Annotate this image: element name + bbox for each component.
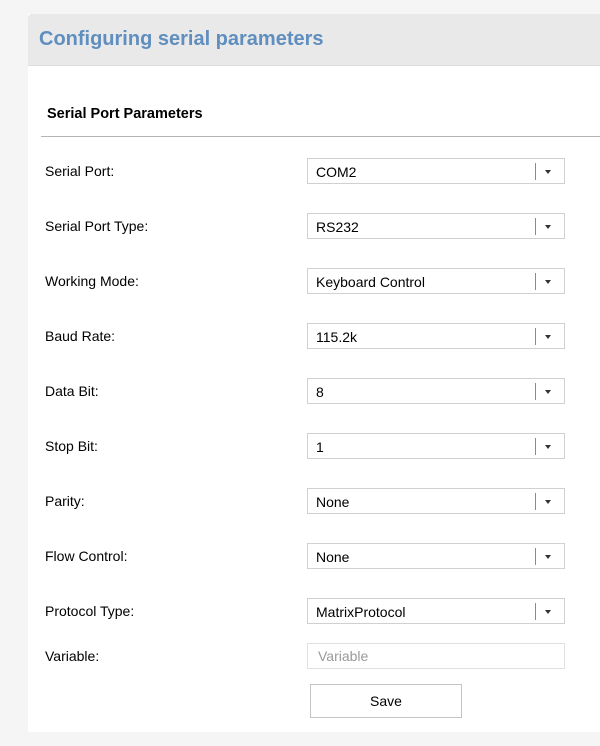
row-working-mode: Working Mode: Keyboard Control (28, 268, 600, 294)
chevron-down-icon[interactable] (545, 335, 551, 339)
baud-rate-value: 115.2k (316, 329, 357, 345)
row-serial-port: Serial Port: COM2 (28, 158, 600, 184)
parity-select[interactable]: None (307, 488, 565, 514)
row-variable: Variable: (28, 643, 600, 669)
serial-port-label: Serial Port: (45, 163, 115, 179)
serial-port-type-label: Serial Port Type: (45, 218, 149, 234)
stop-bit-select[interactable]: 1 (307, 433, 565, 459)
select-separator (535, 383, 536, 400)
serial-port-type-value: RS232 (316, 219, 359, 235)
serial-port-type-select[interactable]: RS232 (307, 213, 565, 239)
baud-rate-label: Baud Rate: (45, 328, 116, 344)
baud-rate-select[interactable]: 115.2k (307, 323, 565, 349)
protocol-type-select[interactable]: MatrixProtocol (307, 598, 565, 624)
serial-port-value: COM2 (316, 164, 357, 180)
parity-value: None (316, 494, 350, 510)
chevron-down-icon[interactable] (545, 555, 551, 559)
data-bit-label: Data Bit: (45, 383, 99, 399)
select-separator (535, 438, 536, 455)
chevron-down-icon[interactable] (545, 280, 551, 284)
data-bit-select[interactable]: 8 (307, 378, 565, 404)
row-flow-control: Flow Control: None (28, 543, 600, 569)
stop-bit-value: 1 (316, 439, 324, 455)
variable-input[interactable] (307, 643, 565, 669)
working-mode-value: Keyboard Control (316, 274, 425, 290)
chevron-down-icon[interactable] (545, 500, 551, 504)
chevron-down-icon[interactable] (545, 225, 551, 229)
working-mode-select[interactable]: Keyboard Control (307, 268, 565, 294)
flow-control-value: None (316, 549, 350, 565)
select-separator (535, 328, 536, 345)
save-button[interactable]: Save (310, 684, 462, 718)
serial-config-panel: Configuring serial parameters Serial Por… (28, 14, 600, 732)
protocol-type-label: Protocol Type: (45, 603, 135, 619)
row-parity: Parity: None (28, 488, 600, 514)
working-mode-label: Working Mode: (45, 273, 139, 289)
select-separator (535, 603, 536, 620)
variable-label: Variable: (45, 648, 100, 664)
stop-bit-label: Stop Bit: (45, 438, 98, 454)
chevron-down-icon[interactable] (545, 390, 551, 394)
flow-control-label: Flow Control: (45, 548, 128, 564)
section-divider (41, 136, 600, 137)
select-separator (535, 163, 536, 180)
select-separator (535, 548, 536, 565)
row-protocol-type: Protocol Type: MatrixProtocol (28, 598, 600, 624)
parity-label: Parity: (45, 493, 85, 509)
chevron-down-icon[interactable] (545, 445, 551, 449)
data-bit-value: 8 (316, 384, 324, 400)
select-separator (535, 218, 536, 235)
page-title: Configuring serial parameters (39, 28, 324, 50)
select-separator (535, 273, 536, 290)
protocol-type-value: MatrixProtocol (316, 604, 406, 620)
serial-port-select[interactable]: COM2 (307, 158, 565, 184)
chevron-down-icon[interactable] (545, 170, 551, 174)
row-data-bit: Data Bit: 8 (28, 378, 600, 404)
flow-control-select[interactable]: None (307, 543, 565, 569)
panel-header: Configuring serial parameters (28, 14, 600, 66)
section-title: Serial Port Parameters (47, 106, 203, 122)
row-baud-rate: Baud Rate: 115.2k (28, 323, 600, 349)
row-serial-port-type: Serial Port Type: RS232 (28, 213, 600, 239)
row-stop-bit: Stop Bit: 1 (28, 433, 600, 459)
chevron-down-icon[interactable] (545, 610, 551, 614)
select-separator (535, 493, 536, 510)
